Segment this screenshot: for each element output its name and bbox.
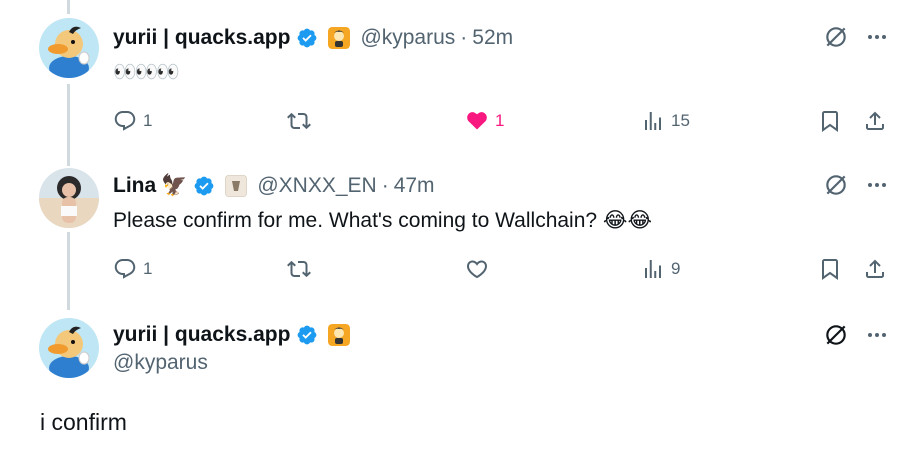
like-count: 1 (495, 111, 505, 130)
name-emoji: 🦅 (161, 174, 188, 197)
tweet-text: 👀👀👀 (113, 62, 180, 83)
avatar-lina[interactable] (39, 168, 99, 228)
share-icon (866, 259, 884, 278)
author-name[interactable]: yurii | quacks.app (113, 323, 290, 347)
grok-icon[interactable] (823, 322, 849, 348)
duck-avatar-image (39, 18, 99, 78)
repost-button[interactable] (287, 106, 311, 136)
separator-dot: · (381, 174, 389, 197)
reply-icon (114, 259, 136, 279)
repost-icon (287, 260, 311, 278)
author-handle[interactable]: @kyparus (360, 26, 455, 50)
reply-icon (114, 111, 136, 131)
thread-line-top (67, 0, 70, 14)
share-icon (866, 111, 884, 130)
bookmark-button[interactable] (818, 106, 842, 136)
grok-icon[interactable] (823, 172, 849, 198)
tweet-text: Please confirm for me. What's coming to … (113, 209, 652, 232)
views-button[interactable]: 15 (641, 106, 690, 136)
action-bar: 1 1 15 (113, 106, 913, 136)
repost-button[interactable] (287, 254, 311, 284)
repost-icon (287, 112, 311, 130)
like-button[interactable] (465, 254, 489, 284)
bookmark-icon (822, 259, 838, 280)
views-icon (645, 260, 661, 278)
heart-outline-icon (466, 260, 488, 279)
reply-count: 1 (143, 259, 153, 278)
more-icon[interactable] (865, 323, 889, 347)
tweet-header: Lina 🦅 @XNXX_EN · 47m (113, 172, 435, 200)
views-count: 9 (671, 259, 681, 278)
main-tweet-name-row: yurii | quacks.app (113, 321, 360, 349)
more-icon[interactable] (865, 173, 889, 197)
views-icon (645, 112, 661, 130)
timestamp[interactable]: 52m (472, 26, 513, 50)
bookmark-icon (822, 111, 838, 132)
separator-dot: · (460, 26, 468, 49)
thread-line-1 (67, 84, 70, 166)
action-bar: 1 9 (113, 254, 913, 284)
views-count: 15 (671, 111, 690, 130)
author-name[interactable]: Lina (113, 174, 156, 198)
reply-button[interactable]: 1 (113, 106, 152, 136)
thread-line-2 (67, 232, 70, 310)
main-tweet-text: i confirm (40, 409, 127, 435)
bookmark-button[interactable] (818, 254, 842, 284)
heart-icon (467, 112, 487, 130)
timestamp[interactable]: 47m (394, 174, 435, 198)
affiliate-badge-icon[interactable] (328, 324, 351, 346)
grok-icon[interactable] (823, 24, 849, 50)
photo-avatar-image (39, 168, 99, 228)
reply-button[interactable]: 1 (113, 254, 152, 284)
tweet-top-icons (823, 172, 889, 198)
more-icon[interactable] (865, 25, 889, 49)
author-handle[interactable]: @XNXX_EN (257, 174, 376, 198)
author-name[interactable]: yurii | quacks.app (113, 26, 290, 50)
avatar-yurii[interactable] (39, 18, 99, 78)
views-button[interactable]: 9 (641, 254, 680, 284)
share-button[interactable] (863, 254, 887, 284)
verified-badge-icon[interactable] (296, 324, 318, 346)
verified-badge-icon[interactable] (193, 175, 215, 197)
duck-avatar-image (39, 318, 99, 378)
tweet-top-icons (823, 24, 889, 50)
avatar-yurii[interactable] (39, 318, 99, 378)
affiliate-badge-icon[interactable] (328, 27, 351, 49)
verified-badge-icon[interactable] (296, 27, 318, 49)
tweet-header: yurii | quacks.app @kyparus · 52m (113, 24, 513, 52)
tweet-top-icons (823, 322, 889, 348)
like-button[interactable]: 1 (465, 106, 504, 136)
reply-count: 1 (143, 111, 153, 130)
affiliate-badge-icon[interactable] (225, 175, 248, 197)
share-button[interactable] (863, 106, 887, 136)
author-handle[interactable]: @kyparus (113, 351, 208, 375)
